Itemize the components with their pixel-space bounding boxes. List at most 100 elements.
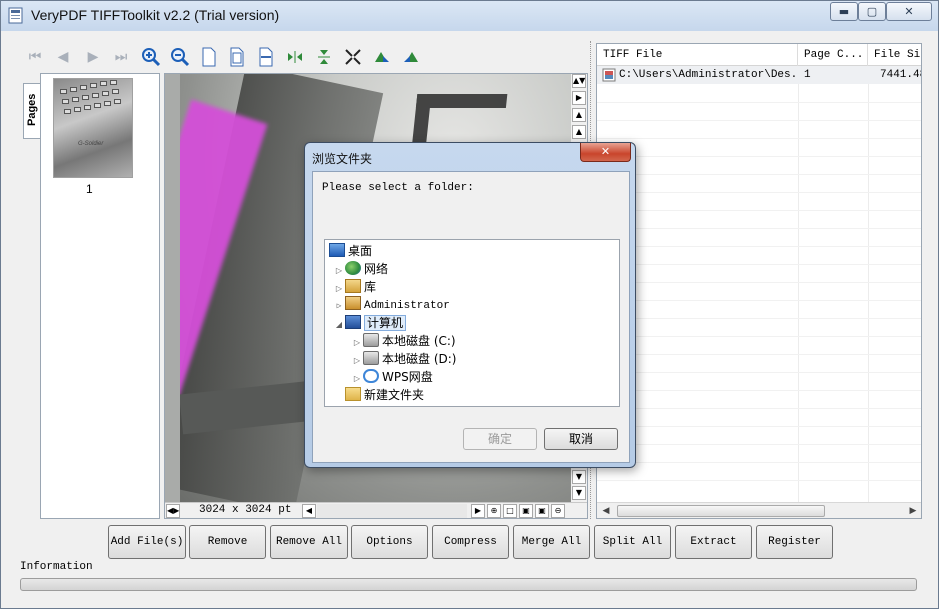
table-row[interactable]: C:\Users\Administrator\Des... 1 7441.48	[597, 66, 922, 84]
computer-icon	[345, 315, 361, 329]
local-disk-c-icon	[363, 333, 379, 347]
scroll-up-down-icon[interactable]: ▲▼	[572, 74, 586, 88]
pages-tab-label: Pages	[26, 93, 38, 126]
viewer-horizontal-scrollbar[interactable]	[317, 504, 467, 518]
tiff-file-icon	[602, 68, 616, 82]
title-bar[interactable]: VeryPDF TIFFToolkit v2.2 (Trial version)…	[1, 1, 938, 31]
page-thumbnail[interactable]: G-Soldier	[53, 78, 133, 178]
collapse-arrow-icon[interactable]: ◢	[333, 316, 345, 334]
next-page-icon[interactable]: ▶	[81, 45, 105, 69]
flip-vertical-icon[interactable]	[312, 45, 336, 69]
two-page-icon[interactable]: ▣	[519, 504, 533, 518]
options-button[interactable]: Options	[351, 525, 428, 559]
row-file-size: 7441.48	[880, 69, 922, 81]
fit-width-icon[interactable]	[254, 45, 278, 69]
column-file-size[interactable]: File Siz	[868, 44, 921, 66]
browse-folder-dialog: 浏览文件夹 ✕ Please select a folder: 桌面 ▷ 网络 ▷…	[304, 142, 636, 468]
rotate-icon[interactable]	[341, 45, 365, 69]
tree-node-desktop[interactable]: 桌面	[329, 242, 372, 260]
scroll-left-arrow-icon[interactable]: ◀	[600, 505, 612, 517]
page-icon[interactable]	[197, 45, 221, 69]
local-disk-d-icon	[363, 351, 379, 365]
close-icon: ✕	[904, 5, 914, 18]
viewer-toolbar: ⏮ ◀ ▶ ⏭	[21, 45, 431, 71]
split-all-button[interactable]: Split All	[594, 525, 671, 559]
tree-node-new-folder[interactable]: 新建文件夹	[345, 386, 424, 404]
window-title: VeryPDF TIFFToolkit v2.2 (Trial version)	[31, 7, 280, 23]
add-files-button[interactable]: Add File(s)	[108, 525, 186, 559]
minimize-icon: ▬	[838, 5, 850, 18]
cancel-button[interactable]: 取消	[544, 428, 618, 450]
zoom-actual-icon[interactable]: ⊕	[487, 504, 501, 518]
thumbnail-pane: G-Soldier 1	[40, 73, 160, 519]
maximize-button[interactable]: ▢	[858, 2, 886, 21]
scrollbar-thumb[interactable]	[617, 505, 825, 517]
network-icon	[345, 261, 361, 275]
tiff-file-list: TIFF File Page C... File Siz C:\Users\Ad…	[596, 43, 922, 519]
app-icon	[8, 7, 23, 24]
zoom-out-icon[interactable]	[168, 45, 192, 69]
tree-node-library[interactable]: ▷ 库	[333, 278, 376, 296]
dialog-message: Please select a folder:	[322, 182, 474, 194]
library-icon	[345, 279, 361, 293]
scroll-down-icon[interactable]: ▼	[572, 470, 586, 484]
last-page-icon[interactable]: ⏭	[109, 45, 133, 69]
tree-node-network[interactable]: ▷ 网络	[333, 260, 388, 278]
thumbnail-caption: G-Soldier	[78, 141, 104, 147]
zoom-in-icon[interactable]	[139, 45, 163, 69]
zoom-minus-icon[interactable]: ⊖	[551, 504, 565, 518]
horizontal-resize-icon[interactable]: ◀▶	[166, 504, 180, 518]
viewer-status-bar: ◀▶ 3024 x 3024 pt ◀ ▶ ⊕ □ ▣ ▣ ⊖	[165, 502, 587, 518]
rotate-left-icon[interactable]	[370, 45, 394, 69]
scroll-up-icon[interactable]: ▲	[572, 125, 586, 139]
minimize-button[interactable]: ▬	[830, 2, 858, 21]
fit-view-icon[interactable]: ▣	[535, 504, 549, 518]
scroll-bottom-icon[interactable]: ▼	[572, 486, 586, 500]
remove-button[interactable]: Remove	[189, 525, 266, 559]
scroll-right-arrow-icon[interactable]: ▶	[907, 505, 919, 517]
file-list-horizontal-scrollbar[interactable]: ◀ ▶	[597, 502, 921, 518]
cloud-drive-icon	[363, 369, 379, 383]
close-button[interactable]: ✕	[886, 2, 932, 21]
tree-node-local-disk-c[interactable]: ▷ 本地磁盘 (C:)	[351, 332, 456, 350]
folder-tree[interactable]: 桌面 ▷ 网络 ▷ 库 ▷ Administrator ◢ 计算机 ▷ 本地磁盘 (C:)	[324, 239, 620, 407]
flip-horizontal-icon[interactable]	[283, 45, 307, 69]
dialog-body: Please select a folder: 桌面 ▷ 网络 ▷ 库 ▷ Admin…	[312, 171, 630, 463]
rotate-right-icon[interactable]	[399, 45, 423, 69]
close-icon: ✕	[600, 145, 611, 158]
scroll-right-small-icon[interactable]: ▶	[471, 504, 485, 518]
progress-bar	[20, 578, 917, 591]
scroll-left-icon[interactable]: ◀	[302, 504, 316, 518]
compress-button[interactable]: Compress	[432, 525, 509, 559]
first-page-icon[interactable]: ⏮	[23, 45, 47, 69]
column-page-count[interactable]: Page C...	[798, 44, 868, 66]
merge-all-button[interactable]: Merge All	[513, 525, 590, 559]
folder-icon	[345, 387, 361, 401]
ok-button[interactable]: 确定	[463, 428, 537, 450]
maximize-icon: ▢	[866, 5, 878, 18]
scroll-top-icon[interactable]: ▲	[572, 108, 586, 122]
scroll-right-icon[interactable]: ▶	[572, 91, 586, 105]
tree-node-administrator[interactable]: ▷ Administrator	[333, 296, 450, 314]
tree-node-local-disk-d[interactable]: ▷ 本地磁盘 (D:)	[351, 350, 456, 368]
page-view-icon[interactable]: □	[503, 504, 517, 518]
prev-page-icon[interactable]: ◀	[51, 45, 75, 69]
extract-button[interactable]: Extract	[675, 525, 752, 559]
user-folder-icon	[345, 296, 361, 310]
main-window: VeryPDF TIFFToolkit v2.2 (Trial version)…	[0, 0, 939, 609]
tree-node-computer[interactable]: ◢ 计算机	[333, 314, 407, 334]
column-tiff-file[interactable]: TIFF File	[597, 44, 798, 66]
tab-pages[interactable]: Pages	[23, 83, 41, 139]
remove-all-button[interactable]: Remove All	[270, 525, 348, 559]
tree-node-wps-drive[interactable]: ▷ WPS网盘	[351, 368, 433, 386]
image-dimensions: 3024 x 3024 pt	[199, 504, 292, 516]
information-label: Information	[20, 561, 93, 573]
dialog-close-button[interactable]: ✕	[580, 143, 631, 162]
thumbnail-page-number: 1	[86, 182, 93, 196]
register-button[interactable]: Register	[756, 525, 833, 559]
row-file-path: C:\Users\Administrator\Des...	[619, 69, 795, 81]
desktop-icon	[329, 243, 345, 257]
fit-page-icon[interactable]	[225, 45, 249, 69]
row-page-count: 1	[804, 69, 811, 81]
dialog-title: 浏览文件夹	[312, 152, 373, 166]
